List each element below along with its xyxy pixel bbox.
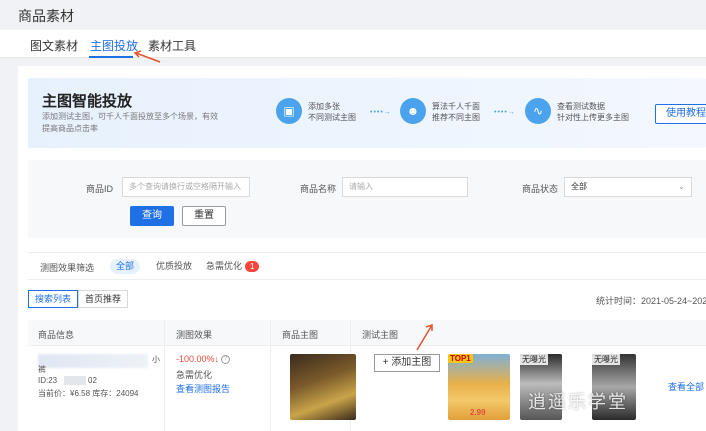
- product-name-suffix: 小: [152, 355, 160, 364]
- product-name-blurred: [38, 354, 148, 368]
- test-image-thumbnail[interactable]: TOP1 2.99: [448, 354, 510, 420]
- thumb-price: 2.99: [470, 408, 486, 417]
- effect-value-text: -100.00%: [176, 354, 215, 364]
- product-id: ID:23: [38, 376, 58, 385]
- product-id-mask: [64, 376, 86, 385]
- help-icon[interactable]: ?: [221, 355, 231, 365]
- tab-search-list[interactable]: 搜索列表: [28, 290, 79, 308]
- view-report-link[interactable]: 查看测图报告: [176, 382, 230, 395]
- product-status-label: 商品状态: [522, 184, 559, 194]
- th-test-effect: 测图效果: [176, 330, 213, 340]
- effect-filter-label: 测图效果筛选: [40, 263, 95, 273]
- tab-main-image[interactable]: 主图投放: [90, 37, 138, 54]
- tab-bar: 图文素材 主图投放 素材工具: [0, 30, 706, 58]
- product-name-label: 商品名称: [300, 184, 337, 194]
- chevron-down-icon: ⌄: [678, 182, 685, 191]
- step-3-line2: 针对性上传更多主图: [557, 113, 629, 122]
- chip-quality[interactable]: 优质投放: [150, 259, 198, 274]
- step-connector-icon: ••••→: [370, 109, 392, 116]
- add-main-image-button[interactable]: + 添加主图: [374, 354, 440, 372]
- active-tab-indicator: [89, 56, 133, 58]
- tab-home-recommend[interactable]: 首页推荐: [78, 290, 129, 308]
- tab-graphic-material[interactable]: 图文素材: [30, 37, 78, 54]
- step-1-line1: 添加多张: [308, 102, 340, 111]
- product-id-label: 商品ID: [86, 184, 114, 194]
- annotation-arrow-icon: [416, 323, 433, 351]
- chip-urgent[interactable]: 急需优化 1: [200, 259, 265, 274]
- urgent-count-badge: 1: [245, 261, 260, 272]
- chip-all[interactable]: 全部: [110, 259, 141, 274]
- step-2-line2: 推荐不同主图: [432, 113, 480, 122]
- th-main-image: 商品主图: [282, 330, 319, 340]
- no-exposure-tag: 无曝光: [520, 354, 548, 365]
- filter-panel: 商品ID 多个查询请换行或空格隔开输入 商品名称 请输入 商品状态 全部 ⌄ 查…: [28, 160, 706, 238]
- price-stock: 当前价：¥6.58 库存：24094: [38, 389, 139, 398]
- step-3-line1: 查看测试数据: [557, 102, 605, 111]
- page-title: 商品素材: [18, 8, 74, 24]
- stat-time: 统计时间：2021-05-24~2021-: [596, 296, 706, 306]
- step-connector-icon: ••••→: [494, 109, 516, 116]
- th-test-images: 测试主图: [362, 330, 399, 340]
- main-image-thumbnail[interactable]: [290, 354, 356, 420]
- banner-description: 添加测试主图，可千人千面投放至多个场景，有效提高商品点击率: [42, 112, 218, 133]
- effect-value: -100.00%↓?: [176, 354, 231, 365]
- product-id-input[interactable]: 多个查询请换行或空格隔开输入: [122, 177, 250, 197]
- query-button[interactable]: 查询: [130, 206, 174, 226]
- reset-button[interactable]: 重置: [182, 206, 226, 226]
- users-icon: ☻: [400, 98, 426, 124]
- no-exposure-tag: 无曝光: [592, 354, 620, 365]
- step-2-line1: 算法千人千面: [432, 102, 480, 111]
- product-status-select[interactable]: 全部 ⌄: [564, 177, 692, 197]
- view-all-link[interactable]: 查看全部: [668, 380, 704, 393]
- product-name-prefix: 裤: [38, 365, 46, 374]
- status-selected-value: 全部: [571, 182, 587, 191]
- arrow-down-icon: ↓: [214, 354, 220, 364]
- product-id-suffix: 02: [88, 376, 97, 385]
- effect-filter-row: 测图效果筛选 全部 优质投放 急需优化 1: [28, 252, 706, 280]
- chip-urgent-label: 急需优化: [206, 261, 243, 271]
- tutorial-button[interactable]: 使用教程: [655, 104, 706, 124]
- th-product-info: 商品信息: [38, 330, 75, 340]
- smart-delivery-banner: 主图智能投放 添加测试主图，可千人千面投放至多个场景，有效提高商品点击率 ▣ 添…: [28, 78, 706, 148]
- top1-tag: TOP1: [448, 354, 473, 363]
- annotation-arrow-icon: [133, 50, 161, 63]
- main-content: 主图智能投放 添加测试主图，可千人千面投放至多个场景，有效提高商品点击率 ▣ 添…: [18, 66, 706, 431]
- effect-status: 急需优化: [176, 370, 213, 380]
- chart-icon: ∿: [525, 98, 551, 124]
- product-name-input[interactable]: 请输入: [342, 177, 468, 197]
- watermark: 逍遥乐学堂: [528, 392, 628, 413]
- step-1-line2: 不同测试主图: [308, 113, 356, 122]
- banner-title: 主图智能投放: [42, 93, 133, 110]
- image-icon: ▣: [276, 98, 302, 124]
- table-header: 商品信息 测图效果 商品主图 测试主图: [28, 320, 706, 346]
